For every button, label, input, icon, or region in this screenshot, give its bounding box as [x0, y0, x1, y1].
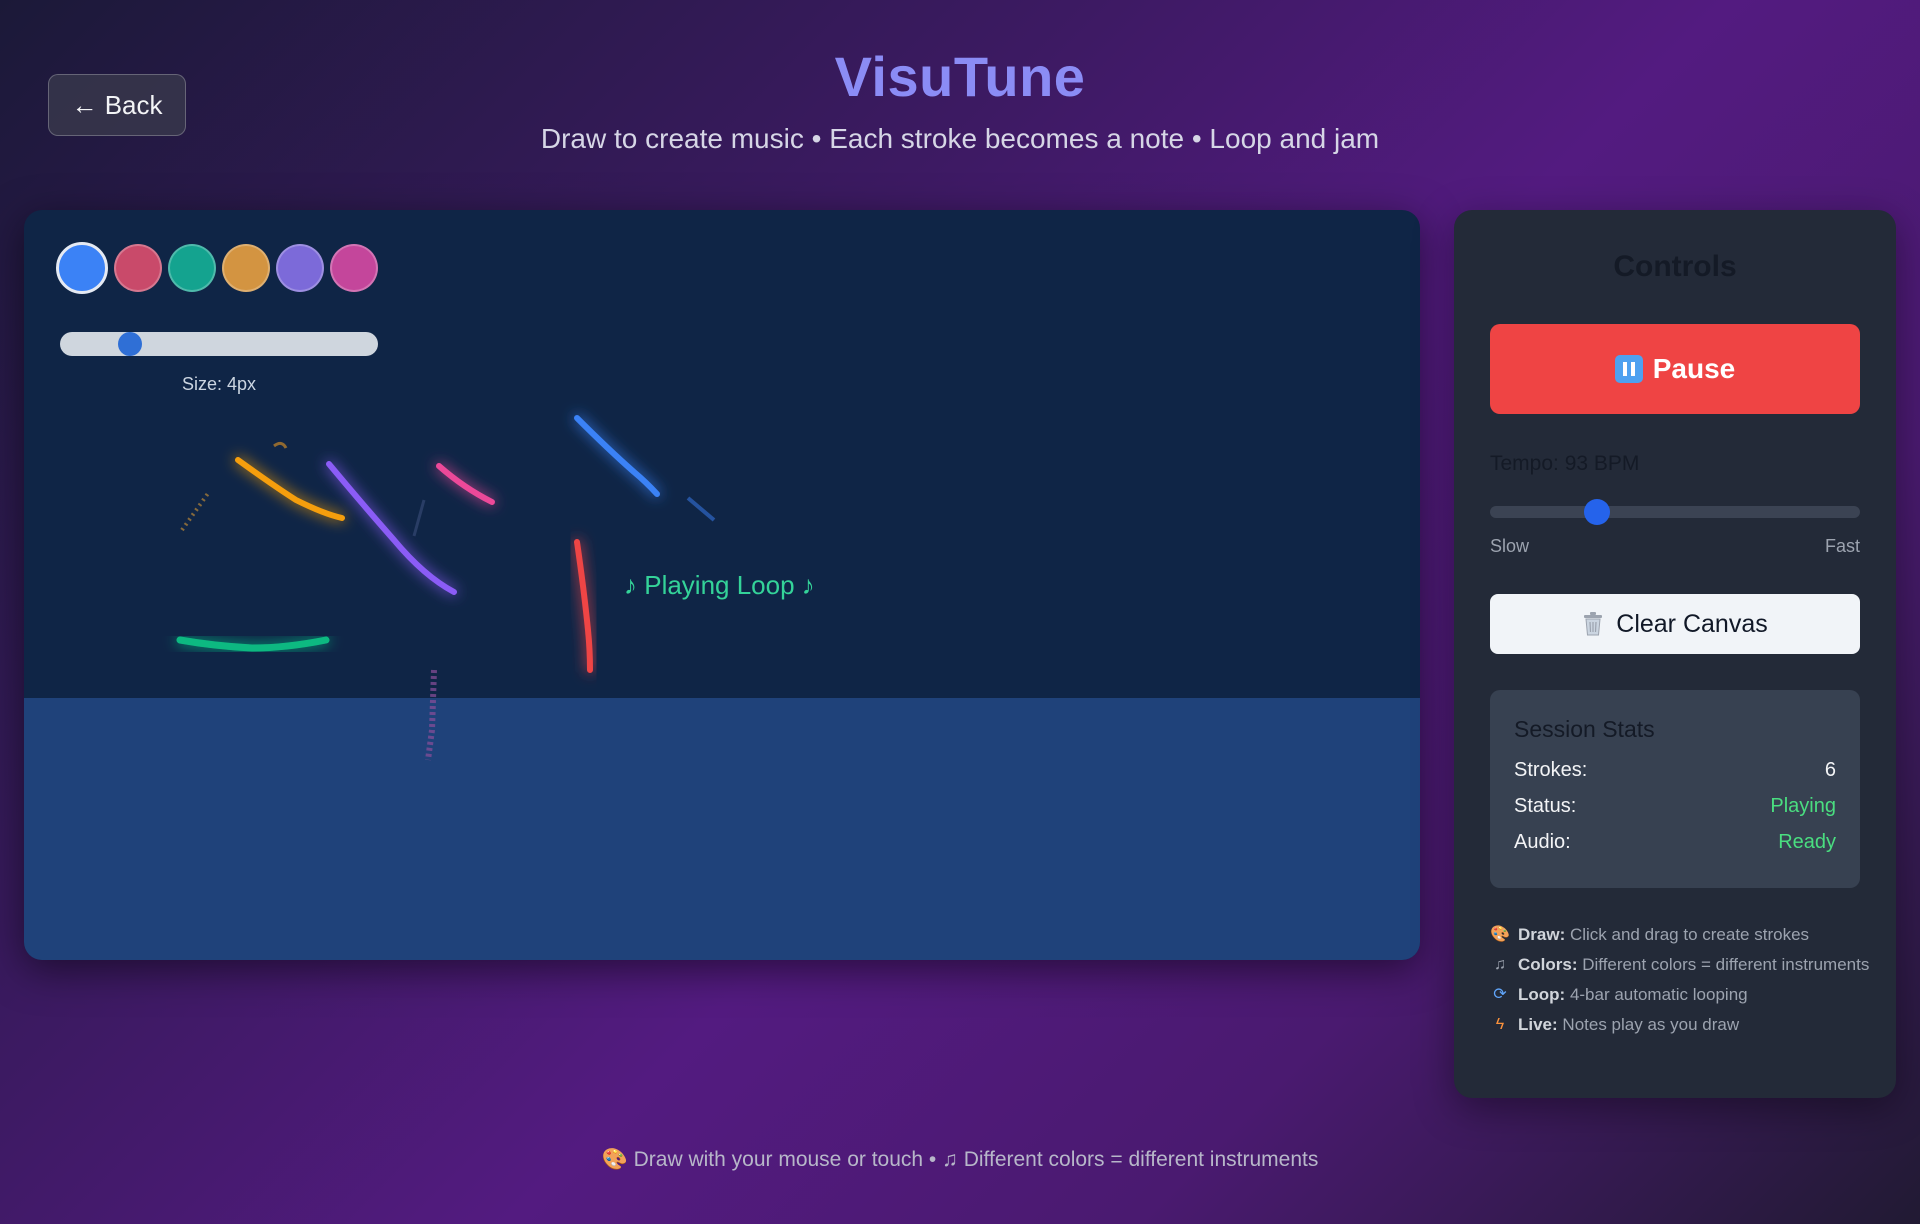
help-text-draw: Click and drag to create strokes [1569, 925, 1810, 944]
help-bold-loop: Loop: [1518, 985, 1566, 1004]
help-text-colors: Different colors = different instruments [1582, 955, 1870, 974]
stroke-green [176, 636, 330, 652]
page-header: VisuTune Draw to create music • Each str… [0, 44, 1920, 155]
stroke-purple [326, 461, 457, 595]
controls-title: Controls [1613, 250, 1737, 283]
stat-row-strokes: Strokes: 6 [1514, 759, 1836, 782]
swatch-blue[interactable] [56, 242, 108, 294]
footer-text-2: Different colors = different instruments [963, 1148, 1319, 1171]
help-item-draw: 🎨 Draw: Click and drag to create strokes [1490, 922, 1870, 947]
trash-icon [1584, 612, 1603, 636]
faint-stroke-purple [425, 669, 437, 761]
drawing-canvas[interactable]: Size: 4px ♪ Playing Loop ♪ [24, 210, 1420, 960]
swatch-teal[interactable] [168, 244, 216, 292]
pause-icon [1614, 355, 1643, 383]
stat-value-status: Playing [1770, 795, 1836, 817]
swatch-red[interactable] [114, 244, 162, 292]
stat-value-audio: Ready [1778, 831, 1836, 853]
help-text-live: Notes play as you draw [1562, 1015, 1740, 1034]
footer-hint: 🎨 Draw with your mouse or touch • ♫ Diff… [0, 1148, 1920, 1172]
tempo-slider-thumb[interactable] [1584, 499, 1610, 525]
clear-canvas-label: Clear Canvas [1616, 609, 1768, 638]
help-bold-colors: Colors: [1518, 955, 1578, 974]
pause-label: Pause [1652, 353, 1736, 384]
stats-title: Session Stats [1514, 716, 1655, 742]
faint-stroke-tick [273, 441, 288, 449]
brush-size-label: Size: 4px [181, 374, 257, 394]
stroke-pink [436, 463, 495, 505]
loop-icon: ⟳ [1493, 986, 1507, 1003]
faint-stroke-orange [180, 490, 211, 532]
tempo-fast-label: Fast [1824, 536, 1860, 556]
stat-key-strokes: Strokes: [1514, 759, 1588, 781]
stroke-blue [574, 415, 660, 497]
swatch-orange[interactable] [222, 244, 270, 292]
palette-icon: 🎨 [1490, 926, 1510, 943]
stat-row-audio: Audio: Ready [1514, 831, 1836, 854]
stat-key-status: Status: [1514, 795, 1577, 817]
help-item-loop: ⟳ Loop: 4-bar automatic looping [1490, 982, 1870, 1007]
stat-value-strokes: 6 [1824, 759, 1836, 781]
help-bold-draw: Draw: [1518, 925, 1566, 944]
lightning-icon: ϟ [1495, 1016, 1505, 1033]
help-text-loop: 4-bar automatic looping [1569, 985, 1748, 1004]
stroke-red [574, 539, 593, 673]
footer-text-1: Draw with your mouse or touch • [633, 1148, 937, 1171]
tempo-label: Tempo: 93 BPM [1490, 452, 1640, 475]
page-subtitle: Draw to create music • Each stroke becom… [540, 123, 1380, 154]
help-item-live: ϟ Live: Notes play as you draw [1490, 1012, 1870, 1037]
brush-size-thumb[interactable] [118, 332, 142, 356]
tempo-slider[interactable] [1490, 499, 1860, 525]
help-bold-live: Live: [1518, 1015, 1558, 1034]
palette-icon: 🎨 [601, 1148, 628, 1171]
controls-panel: Controls Pause Tempo: 93 BPM Slow Fast C… [1454, 210, 1896, 1098]
page-title: VisuTune [834, 45, 1086, 108]
help-item-colors: ♫ Colors: Different colors = different i… [1490, 952, 1870, 977]
clear-canvas-button[interactable]: Clear Canvas [1490, 594, 1860, 654]
help-list: 🎨 Draw: Click and drag to create strokes… [1490, 922, 1870, 1042]
pause-button[interactable]: Pause [1490, 324, 1860, 414]
music-notes-icon: ♫ [1494, 956, 1506, 973]
music-notes-icon: ♫ [942, 1148, 958, 1171]
session-stats: Session Stats Strokes: 6 Status: Playing… [1490, 690, 1860, 888]
stat-key-audio: Audio: [1514, 831, 1571, 853]
faint-stroke-blue [686, 496, 716, 522]
brush-size-slider[interactable] [60, 332, 378, 356]
swatch-purple[interactable] [276, 244, 324, 292]
faint-stroke-ghost [412, 499, 426, 537]
playing-indicator: ♪ Playing Loop ♪ [624, 570, 815, 600]
color-palette [56, 242, 378, 294]
stat-row-status: Status: Playing [1514, 795, 1836, 818]
tempo-slow-label: Slow [1490, 536, 1530, 556]
stroke-orange [235, 457, 345, 521]
swatch-pink[interactable] [330, 244, 378, 292]
